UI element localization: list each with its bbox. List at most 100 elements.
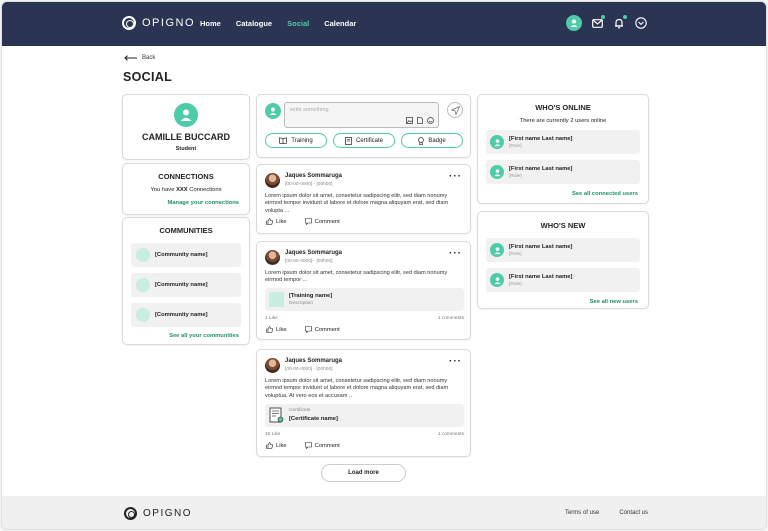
community-name: [Community name] [155, 312, 208, 318]
messages-button[interactable] [590, 15, 605, 30]
comment-label: Comment [314, 218, 340, 225]
see-all-communities-link[interactable]: See all your communities [123, 333, 239, 339]
emoji-icon[interactable] [427, 117, 434, 124]
communities-title: COMMUNITIES [159, 226, 213, 235]
thumbs-up-icon [266, 442, 273, 449]
post-more-button[interactable]: ··· [449, 357, 462, 367]
comment-button[interactable]: Comment [304, 442, 340, 449]
header-actions [566, 15, 648, 31]
nav-home[interactable]: Home [200, 19, 221, 28]
communities-card: COMMUNITIES [Community name] [Community … [122, 217, 250, 345]
footer-brand: OPIGNO [143, 508, 193, 519]
see-all-connected-users-link[interactable]: See all connected users [478, 191, 638, 197]
footer-logo[interactable]: OPIGNO [124, 507, 192, 520]
online-user-item[interactable]: [First name Last name] [Role] [486, 160, 640, 184]
user-icon [493, 246, 501, 254]
bell-icon [615, 18, 623, 29]
training-attachment[interactable]: [Training name] Description [265, 288, 464, 311]
image-icon[interactable] [406, 117, 413, 124]
like-label: Like [276, 218, 287, 225]
whos-new-card: WHO'S NEW [First name Last name] [Role] [… [477, 211, 649, 309]
post-more-button[interactable]: ··· [449, 249, 462, 259]
post-author[interactable]: Jaques Sommaruga [285, 358, 342, 364]
online-user-item[interactable]: [First name Last name] [Role] [486, 130, 640, 154]
user-name: [First name Last name] [509, 165, 573, 172]
notifications-button[interactable] [612, 15, 627, 30]
comments-count[interactable]: 1 comments [438, 432, 464, 437]
author-avatar[interactable] [265, 250, 280, 265]
app-frame: OPIGNO Home Catalogue Social Calendar Ba… [1, 1, 767, 530]
badge-button[interactable]: Badge [401, 133, 463, 148]
likes-count[interactable]: 1 Like [265, 316, 278, 321]
online-count-text: There are currently 2 users online [519, 118, 607, 124]
new-user-item[interactable]: [First name Last name] [Role] [486, 268, 640, 292]
author-avatar[interactable] [265, 358, 280, 373]
account-menu-button[interactable] [634, 16, 648, 30]
load-more-button[interactable]: Load more [321, 464, 406, 482]
nav-calendar[interactable]: Calendar [324, 19, 356, 28]
community-item[interactable]: [Community name] [131, 273, 241, 297]
certificate-attachment[interactable]: Certificate [Certificate name] [265, 404, 464, 427]
post-date: [00-00-0000] - [00h00] [285, 259, 333, 264]
notifications-badge [623, 15, 627, 19]
post-header: Jaques Sommaruga [00-00-0000] - [00h00] [265, 250, 342, 265]
comment-button[interactable]: Comment [304, 218, 340, 225]
community-item[interactable]: [Community name] [131, 303, 241, 327]
post-input-tools [406, 117, 434, 124]
post-composer: write something Training Certificate Bad… [256, 94, 471, 158]
footer-links: Terms of use Contact us [565, 510, 648, 516]
connections-suffix: Connections [189, 187, 222, 193]
certificate-title: [Certificate name] [289, 416, 338, 422]
likes-count[interactable]: 10 Like [265, 432, 280, 437]
user-name: [First name Last name] [509, 273, 573, 280]
community-thumbnail [136, 248, 150, 262]
user-icon [493, 168, 501, 176]
author-avatar[interactable] [265, 173, 280, 188]
user-role: [Role] [509, 173, 522, 179]
send-button[interactable] [447, 102, 463, 118]
messages-badge [601, 15, 605, 19]
community-name: [Community name] [155, 282, 208, 288]
back-link[interactable]: Back [124, 55, 155, 61]
certificate-button[interactable]: Certificate [333, 133, 395, 148]
comment-button[interactable]: Comment [304, 326, 340, 333]
user-avatar [490, 273, 504, 287]
nav-catalogue[interactable]: Catalogue [236, 19, 272, 28]
opigno-logo-icon [124, 507, 137, 520]
like-button[interactable]: Like [266, 218, 287, 225]
brand-name: OPIGNO [142, 17, 196, 29]
see-all-new-users-link[interactable]: See all new users [478, 299, 638, 305]
post-input[interactable]: write something [284, 102, 439, 128]
thumbs-up-icon [266, 326, 273, 333]
new-user-item[interactable]: [First name Last name] [Role] [486, 238, 640, 262]
send-icon [450, 105, 460, 115]
user-avatar[interactable] [566, 15, 582, 31]
comments-count[interactable]: 1 comments [438, 316, 464, 321]
post-more-button[interactable]: ··· [449, 172, 462, 182]
document-icon[interactable] [417, 117, 423, 124]
post-author[interactable]: Jaques Sommaruga [285, 173, 342, 179]
like-button[interactable]: Like [266, 326, 287, 333]
top-navigation-bar: OPIGNO Home Catalogue Social Calendar [2, 2, 766, 46]
whos-online-title: WHO'S ONLINE [535, 103, 591, 112]
manage-connections-link[interactable]: Manage your connections [123, 200, 239, 206]
brand-logo[interactable]: OPIGNO [122, 16, 195, 30]
community-item[interactable]: [Community name] [131, 243, 241, 267]
comment-icon [304, 442, 312, 449]
training-thumbnail [269, 292, 284, 307]
whos-online-card: WHO'S ONLINE There are currently 2 users… [477, 94, 649, 204]
nav-social[interactable]: Social [287, 19, 309, 28]
terms-of-use-link[interactable]: Terms of use [565, 510, 599, 516]
like-label: Like [276, 326, 287, 333]
user-icon [180, 109, 192, 121]
profile-avatar[interactable] [174, 103, 198, 127]
training-button[interactable]: Training [265, 133, 327, 148]
community-thumbnail [136, 278, 150, 292]
like-button[interactable]: Like [266, 442, 287, 449]
contact-us-link[interactable]: Contact us [619, 510, 648, 516]
post-input-placeholder: write something [290, 107, 329, 113]
post-text: Lorem ipsum dolor sit amet, consetetur s… [265, 378, 449, 399]
post-counts: 1 Like 1 comments [265, 316, 464, 321]
certificate-label: Certificate [289, 408, 311, 413]
post-author[interactable]: Jaques Sommaruga [285, 250, 342, 256]
